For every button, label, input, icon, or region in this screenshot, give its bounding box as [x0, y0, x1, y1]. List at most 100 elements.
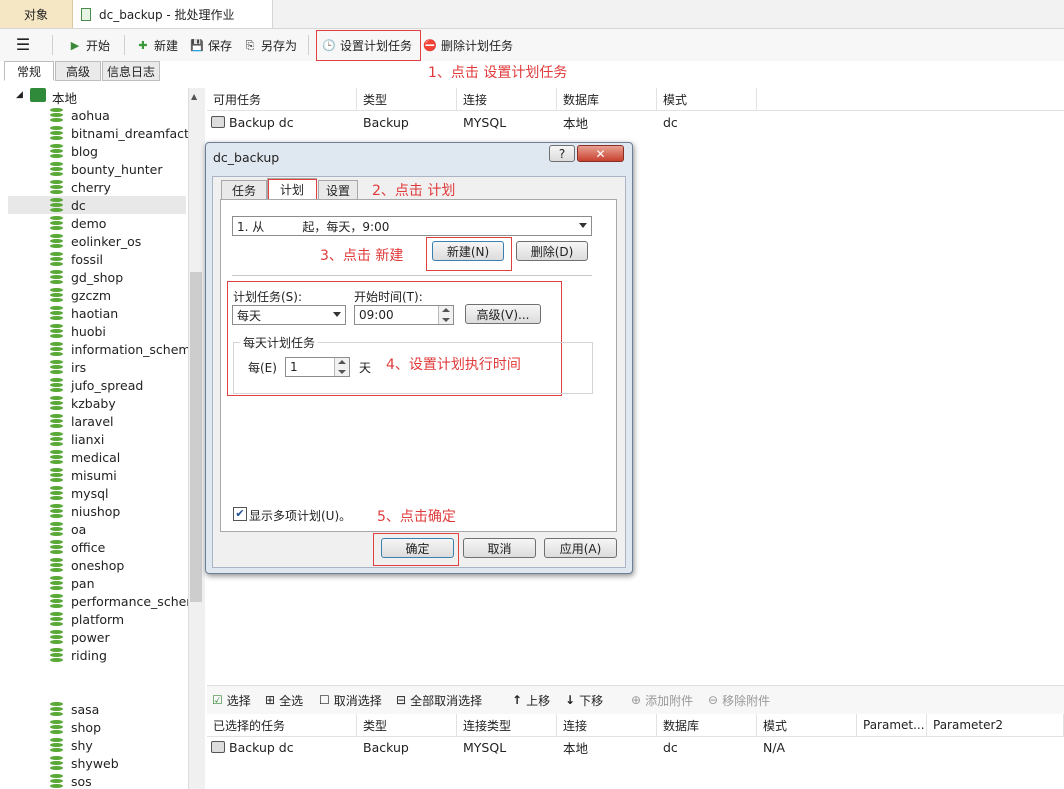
col-selected-task[interactable]: 已选择的任务 — [207, 714, 357, 736]
tree-item[interactable]: blog — [50, 142, 98, 160]
tree-item[interactable]: huobi — [50, 322, 106, 340]
col-connection-type[interactable]: 连接类型 — [457, 714, 557, 736]
tab-general[interactable]: 常规 — [4, 61, 54, 81]
database-icon — [50, 594, 63, 608]
tree-item[interactable]: oneshop — [50, 556, 124, 574]
tree-item[interactable]: aohua — [50, 106, 110, 124]
col-schema[interactable]: 模式 — [757, 714, 857, 736]
start-button[interactable]: ▶ 开始 — [68, 35, 110, 55]
tree-scroll-thumb[interactable] — [190, 272, 202, 602]
save-as-button[interactable]: ⎘ 另存为 — [243, 35, 297, 55]
tree-item[interactable]: irs — [50, 358, 86, 376]
tree-item[interactable]: bounty_hunter — [50, 160, 162, 178]
tree-item-label: bitnami_dreamfacto — [71, 125, 188, 141]
delete-schedule-button[interactable]: ⛔ 删除计划任务 — [423, 35, 513, 55]
tree-item[interactable]: fossil — [50, 250, 103, 268]
col-connection[interactable]: 连接 — [557, 714, 657, 736]
tree-item[interactable]: laravel — [50, 412, 114, 430]
tree-item[interactable]: sos — [50, 772, 92, 789]
advanced-button[interactable]: 高级(V)... — [465, 304, 541, 324]
type-cell: Backup — [363, 739, 409, 755]
spinner-icon[interactable] — [334, 358, 349, 376]
col-available-task[interactable]: 可用任务 — [207, 88, 357, 110]
every-days-field[interactable]: 1 — [285, 357, 350, 377]
scroll-up-icon[interactable]: ▲ — [191, 92, 197, 101]
tree-item[interactable]: office — [50, 538, 105, 556]
tree-item[interactable]: sasa — [50, 700, 99, 718]
move-up-button[interactable]: ↑ 上移 — [512, 691, 550, 709]
add-attachment-button[interactable]: ⊕ 添加附件 — [631, 691, 693, 709]
save-button[interactable]: 💾 保存 — [190, 35, 232, 55]
delete-schedule-dialog-button[interactable]: 删除(D) — [516, 241, 588, 261]
arrow-down-icon: ↓ — [565, 693, 576, 707]
tab-objects[interactable]: 对象 — [0, 0, 73, 28]
connection-type-cell: MYSQL — [463, 739, 507, 755]
multi-plan-checkbox[interactable]: ✔ — [233, 507, 247, 521]
remove-attachment-button[interactable]: ⊖ 移除附件 — [708, 691, 770, 709]
col-database[interactable]: 数据库 — [657, 714, 757, 736]
tab-batch-job[interactable]: dc_backup - 批处理作业 — [73, 0, 273, 28]
database-icon — [50, 234, 63, 248]
database-icon — [50, 180, 63, 194]
tree-item[interactable]: eolinker_os — [50, 232, 141, 250]
tree-item[interactable]: lianxi — [50, 430, 104, 448]
tree-item[interactable]: shop — [50, 718, 101, 736]
tree-item[interactable]: kzbaby — [50, 394, 116, 412]
tree-item[interactable]: bitnami_dreamfacto — [50, 124, 188, 142]
tree-item-label: gzczm — [71, 287, 112, 303]
deselect-all-button[interactable]: ⊟ 全部取消选择 — [396, 691, 482, 709]
connection-icon — [30, 88, 46, 102]
schedule-list-combo[interactable]: 1. 从 起，每天，9:00 — [232, 216, 592, 236]
col-database[interactable]: 数据库 — [557, 88, 657, 110]
tab-settings[interactable]: 设置 — [318, 180, 358, 200]
tree-item[interactable]: power — [50, 628, 110, 646]
tree-item[interactable]: shy — [50, 736, 93, 754]
tree-item[interactable]: platform — [50, 610, 124, 628]
tree-item[interactable]: pan — [50, 574, 95, 592]
tree-item[interactable]: gzczm — [50, 286, 111, 304]
tree-item[interactable]: gd_shop — [50, 268, 123, 286]
col-schema[interactable]: 模式 — [657, 88, 757, 110]
tab-task[interactable]: 任务 — [221, 180, 267, 200]
select-all-button[interactable]: ⊞ 全选 — [265, 691, 303, 709]
document-tab-strip: 对象 dc_backup - 批处理作业 — [0, 0, 1064, 29]
plan-task-select[interactable]: 每天 — [232, 305, 346, 325]
tree-item-label: gd_shop — [71, 269, 124, 285]
tree-item[interactable]: mysql — [50, 484, 109, 502]
tree-item[interactable]: misumi — [50, 466, 117, 484]
cancel-button[interactable]: 取消 — [463, 538, 536, 558]
col-type[interactable]: 类型 — [357, 714, 457, 736]
tree-item[interactable]: cherry — [50, 178, 111, 196]
tree-item[interactable]: shyweb — [50, 754, 119, 772]
tree-collapse-icon[interactable]: ◢ — [16, 90, 23, 100]
help-button[interactable]: ? — [549, 145, 575, 162]
tree-item[interactable]: medical — [50, 448, 120, 466]
tree-item[interactable]: oa — [50, 520, 86, 538]
tree-item[interactable]: information_schema — [50, 340, 188, 358]
start-time-field[interactable]: 09:00 — [354, 305, 454, 325]
tree-item[interactable]: jufo_spread — [50, 376, 143, 394]
tab-advanced[interactable]: 高级 — [55, 61, 101, 81]
deselect-button[interactable]: ☐ 取消选择 — [319, 691, 382, 709]
col-connection[interactable]: 连接 — [457, 88, 557, 110]
tab-info-log[interactable]: 信息日志 — [102, 61, 160, 81]
move-down-button[interactable]: ↓ 下移 — [565, 691, 603, 709]
tree-item[interactable]: niushop — [50, 502, 120, 520]
new-button[interactable]: ✚ 新建 — [136, 35, 178, 55]
close-button[interactable]: ✕ — [577, 145, 624, 162]
tree-item[interactable]: riding — [50, 646, 107, 664]
tree-item[interactable]: haotian — [50, 304, 118, 322]
tree-item[interactable]: dc — [8, 196, 186, 214]
tree-item[interactable]: demo — [50, 214, 106, 232]
menu-button[interactable]: ☰ — [16, 35, 34, 55]
col-type[interactable]: 类型 — [357, 88, 457, 110]
new-label: 新建 — [154, 38, 179, 53]
tree-item[interactable]: performance_schem — [50, 592, 188, 610]
spinner-icon[interactable] — [438, 306, 453, 324]
tree-root-label[interactable]: 本地 — [52, 88, 77, 107]
col-parameter2[interactable]: Parameter2 — [927, 714, 1064, 736]
apply-button[interactable]: 应用(A) — [544, 538, 617, 558]
select-button[interactable]: ☑ 选择 — [212, 691, 251, 709]
col-parameter1[interactable]: Paramet... — [857, 714, 927, 736]
tree-item-label: riding — [71, 647, 107, 663]
